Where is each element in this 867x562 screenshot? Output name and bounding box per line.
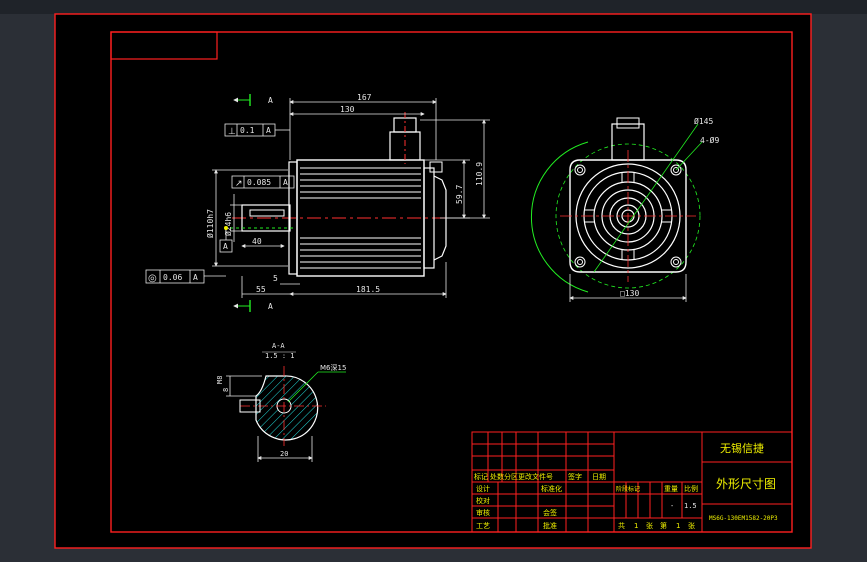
sheet-text: 共 (618, 521, 625, 530)
sheet-text: 张 (688, 521, 695, 530)
section-thread-label: M6深15 (320, 363, 346, 372)
dim-spigot-diameter-label: Ø110h7 (205, 209, 215, 238)
perpendicularity-value: 0.1 (240, 126, 255, 135)
section-title: A-A (272, 342, 285, 350)
section-scale: 1.5 : 1 (265, 352, 295, 360)
dim-shaft-length-label: 55 (256, 285, 266, 294)
dim-shaft-diameter-label: Ø24h6 (223, 212, 233, 236)
sheet-text: 张 (646, 521, 653, 530)
scale-value: 1.5 (684, 502, 697, 510)
runout-value: 0.085 (247, 178, 271, 187)
section-key-width: 8 (222, 388, 230, 392)
sheet-text: 1 (676, 522, 680, 530)
header-cell: 标记 (474, 472, 488, 481)
header-cell: 更改文件号 (518, 472, 553, 481)
dim-height-total-label: 110.9 (475, 162, 484, 186)
weight-label: 重量 (664, 485, 678, 493)
concentricity-symbol: ◎ (148, 273, 157, 284)
row-label: 设计 (476, 484, 490, 493)
concentricity-value: 0.06 (163, 273, 182, 282)
runout-datum: A (283, 178, 288, 187)
front-hole-label: 4-Ø9 (700, 135, 719, 145)
title-drawing-title: 外形尺寸图 (716, 477, 776, 491)
row-label: 会签 (543, 508, 557, 517)
title-company: 无锡信捷 (720, 441, 764, 455)
header-cell: 日期 (592, 473, 606, 481)
datum-marker-label: A (223, 242, 228, 251)
dim-body-length-label: 130 (340, 105, 355, 114)
concentricity-datum: A (193, 273, 198, 282)
stage-label: 阶段标记 (616, 485, 640, 493)
title-drawing-number: MS6G-130EM1582-20P3 (709, 515, 778, 522)
row-label: 标准化 (541, 484, 562, 493)
perpendicularity-symbol: ⊥ (228, 127, 236, 137)
perpendicularity-datum: A (266, 126, 271, 135)
scale-label: 比例 (684, 484, 698, 493)
section-marker-bottom-label: A (268, 302, 273, 311)
header-cell: 处数 (490, 472, 504, 481)
dim-height-upper-label: 59.7 (455, 185, 464, 204)
dim-frame-length-label: 181.5 (356, 285, 380, 294)
drawing-canvas[interactable]: 167 130 181.5 55 5 40 59.7 110.9 Ø110h7 … (0, 0, 867, 562)
dim-flange-thickness-label: 5 (273, 274, 278, 283)
front-pcd-label: Ø145 (694, 116, 713, 126)
dim-key-length-label: 40 (252, 237, 262, 246)
row-label: 审核 (476, 508, 490, 517)
section-diameter-label: 20 (280, 450, 288, 458)
row-label: 工艺 (476, 522, 490, 530)
front-square-label: □130 (620, 289, 639, 298)
header-cell: 分区 (504, 472, 518, 481)
section-key-depth: M8 (216, 376, 224, 384)
cad-viewer: 167 130 181.5 55 5 40 59.7 110.9 Ø110h7 … (0, 0, 867, 562)
sheet-text: 第 (660, 521, 667, 530)
runout-symbol: ↗ (235, 179, 243, 189)
header-cell: 签字 (568, 472, 582, 481)
sheet-text: 1 (634, 522, 638, 530)
row-label: 校对 (476, 496, 490, 505)
row-label: 批准 (543, 521, 557, 530)
weight-value: - (670, 502, 674, 510)
section-marker-top-label: A (268, 96, 273, 105)
dim-overall-length-label: 167 (357, 93, 372, 102)
